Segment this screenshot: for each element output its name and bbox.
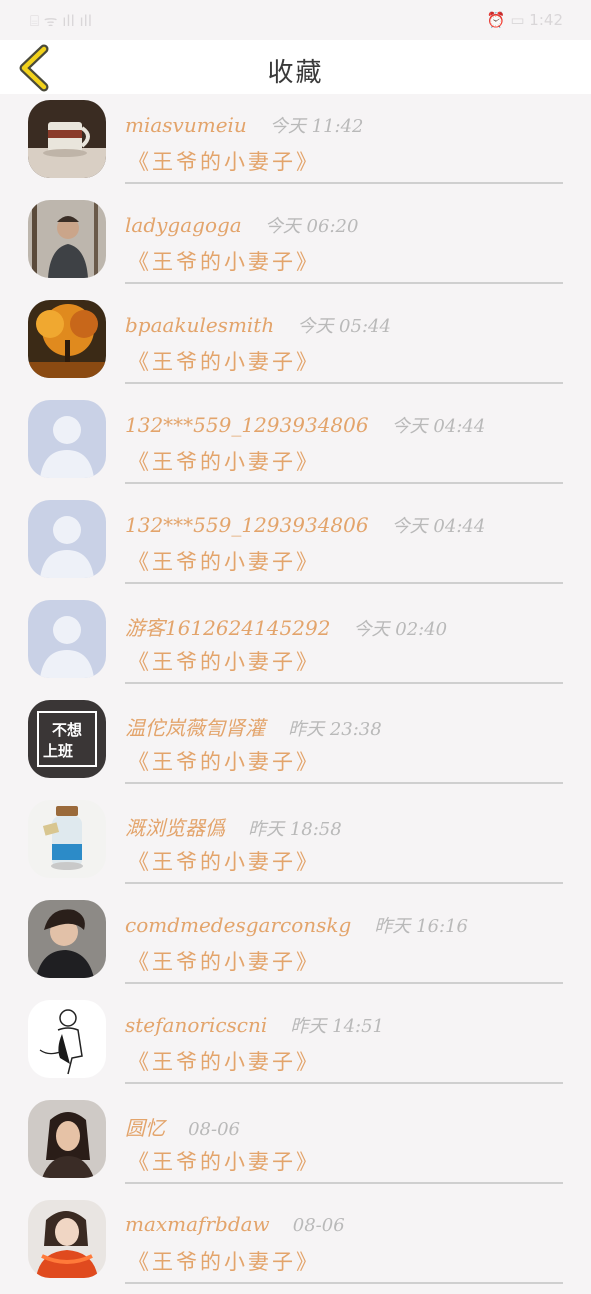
divider [125, 382, 563, 384]
avatar[interactable] [28, 1100, 106, 1178]
list-item[interactable]: 不想 上班 温佗岚薇訇肾灌 昨天 23:38 《王爷的小妻子》 [0, 694, 591, 794]
page-title: 收藏 [267, 58, 324, 88]
default-user-icon [28, 500, 106, 578]
username: maxmafrbdaw [125, 1212, 270, 1236]
book-title[interactable]: 《王爷的小妻子》 [128, 346, 320, 376]
timestamp: 今天 04:44 [391, 516, 486, 537]
avatar[interactable] [28, 400, 106, 478]
divider [125, 682, 563, 684]
avatar[interactable] [28, 900, 106, 978]
list-item[interactable]: 游客1612624145292 今天 02:40 《王爷的小妻子》 [0, 594, 591, 694]
timestamp: 今天 02:40 [353, 619, 448, 640]
divider [125, 482, 563, 484]
avatar[interactable] [28, 600, 106, 678]
username: 溉浏览器僞 [125, 816, 225, 840]
avatar-sign-line2: 上班 [43, 742, 73, 760]
default-user-icon [28, 400, 106, 478]
divider [125, 1182, 563, 1184]
book-title[interactable]: 《王爷的小妻子》 [128, 1246, 320, 1276]
list-item[interactable]: stefanoricscni 昨天 14:51 《王爷的小妻子》 [0, 994, 591, 1094]
status-bar: ⌸ ᯤ ıll ıll ⏰ ▭ 1:42 [0, 0, 591, 40]
username: stefanoricscni [125, 1013, 268, 1037]
username: 圆忆 [125, 1116, 165, 1140]
default-user-icon [28, 600, 106, 678]
book-title[interactable]: 《王爷的小妻子》 [128, 246, 320, 276]
timestamp: 昨天 23:38 [288, 719, 382, 740]
timestamp: 今天 05:44 [297, 316, 391, 337]
avatar[interactable] [28, 100, 106, 178]
avatar[interactable]: 不想 上班 [28, 700, 106, 778]
timestamp: 08-06 [292, 1215, 345, 1236]
username: comdmedesgarconskg [125, 913, 352, 937]
list-item[interactable]: maxmafrbdaw 08-06 《王爷的小妻子》 [0, 1194, 591, 1294]
book-title[interactable]: 《王爷的小妻子》 [128, 746, 320, 776]
username: 132***559_1293934806 [125, 513, 369, 537]
avatar[interactable] [28, 1000, 106, 1078]
book-title[interactable]: 《王爷的小妻子》 [128, 646, 320, 676]
username: 132***559_1293934806 [125, 413, 369, 437]
divider [125, 982, 563, 984]
avatar-sign-line1: 不想 [52, 721, 82, 739]
timestamp: 昨天 14:51 [290, 1016, 384, 1037]
book-title[interactable]: 《王爷的小妻子》 [128, 946, 320, 976]
list-item[interactable]: ladygagoga 今天 06:20 《王爷的小妻子》 [0, 194, 591, 294]
list-item[interactable]: 132***559_1293934806 今天 04:44 《王爷的小妻子》 [0, 394, 591, 494]
book-title[interactable]: 《王爷的小妻子》 [128, 546, 320, 576]
top-bar: 收藏 [0, 40, 591, 94]
timestamp: 08-06 [188, 1119, 240, 1140]
book-title[interactable]: 《王爷的小妻子》 [128, 146, 320, 176]
username: ladygagoga [125, 213, 242, 237]
username: miasvumeiu [125, 113, 247, 137]
username: 游客1612624145292 [125, 616, 331, 640]
avatar[interactable] [28, 300, 106, 378]
divider [125, 882, 563, 884]
status-right-icons: ⏰ ▭ 1:42 [486, 11, 563, 29]
divider [125, 1082, 563, 1084]
avatar[interactable] [28, 800, 106, 878]
status-left-icons: ⌸ ᯤ ıll ıll [30, 12, 93, 30]
divider [125, 1282, 563, 1284]
list-item[interactable]: miasvumeiu 今天 11:42 《王爷的小妻子》 [0, 94, 591, 194]
avatar[interactable] [28, 500, 106, 578]
avatar[interactable] [28, 200, 106, 278]
divider [125, 582, 563, 584]
divider [125, 182, 563, 184]
book-title[interactable]: 《王爷的小妻子》 [128, 1046, 320, 1076]
timestamp: 今天 06:20 [264, 216, 359, 237]
username: 温佗岚薇訇肾灌 [125, 716, 265, 740]
username: bpaakulesmith [125, 313, 275, 337]
divider [125, 782, 563, 784]
book-title[interactable]: 《王爷的小妻子》 [128, 846, 320, 876]
timestamp: 昨天 18:58 [248, 819, 342, 840]
favorites-list: miasvumeiu 今天 11:42 《王爷的小妻子》 ladygagoga … [0, 94, 591, 1294]
timestamp: 今天 11:42 [269, 116, 364, 137]
divider [125, 282, 563, 284]
book-title[interactable]: 《王爷的小妻子》 [128, 446, 320, 476]
list-item[interactable]: bpaakulesmith 今天 05:44 《王爷的小妻子》 [0, 294, 591, 394]
list-item[interactable]: 圆忆 08-06 《王爷的小妻子》 [0, 1094, 591, 1194]
list-item[interactable]: 溉浏览器僞 昨天 18:58 《王爷的小妻子》 [0, 794, 591, 894]
list-item[interactable]: 132***559_1293934806 今天 04:44 《王爷的小妻子》 [0, 494, 591, 594]
timestamp: 今天 04:44 [391, 416, 486, 437]
book-title[interactable]: 《王爷的小妻子》 [128, 1146, 320, 1176]
list-item[interactable]: comdmedesgarconskg 昨天 16:16 《王爷的小妻子》 [0, 894, 591, 994]
avatar[interactable] [28, 1200, 106, 1278]
timestamp: 昨天 16:16 [374, 916, 469, 937]
